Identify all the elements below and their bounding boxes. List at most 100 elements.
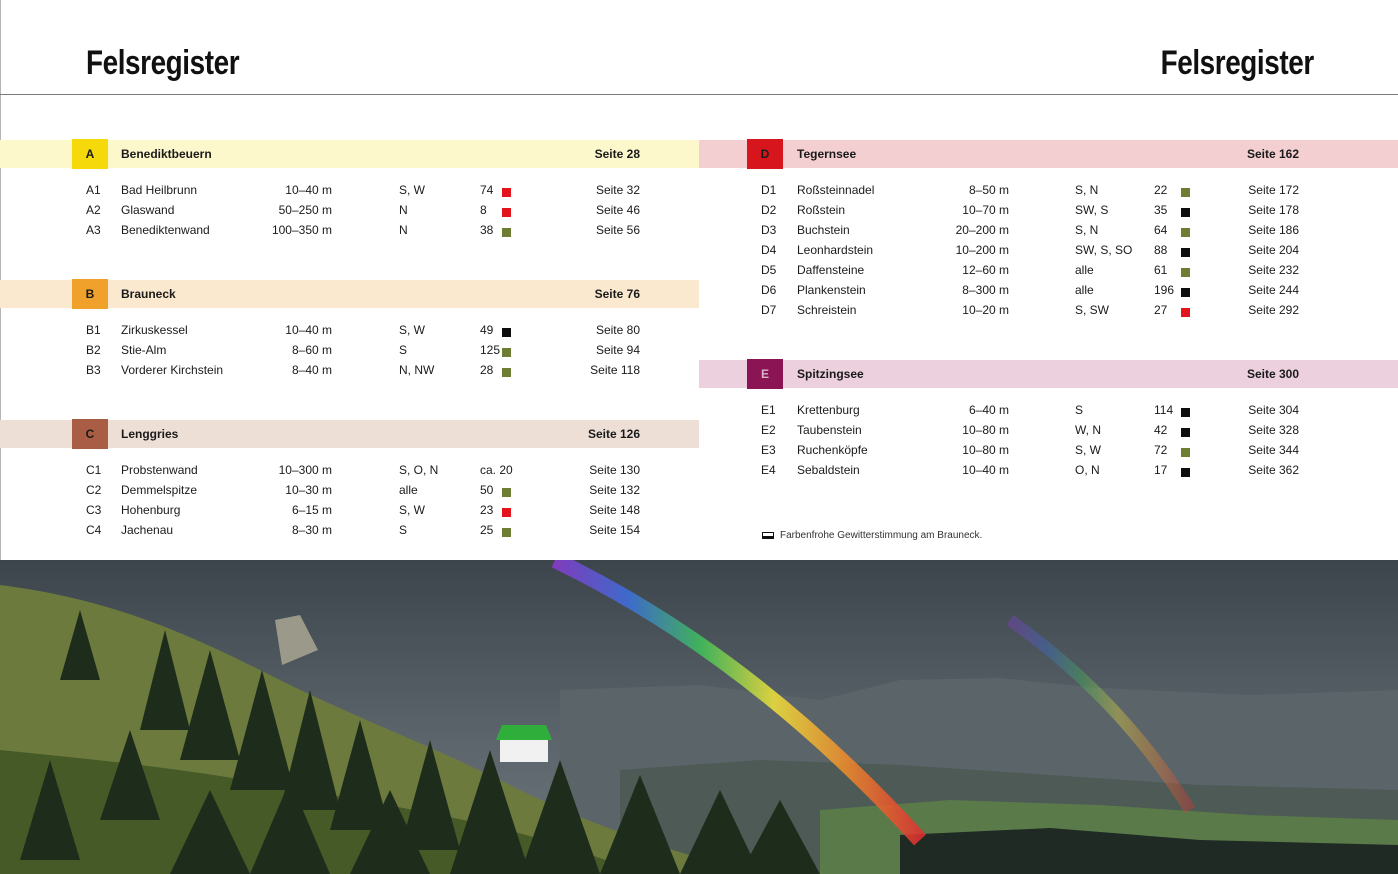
photo-caption: Farbenfrohe Gewitterstimmung am Brauneck… xyxy=(762,530,982,541)
crag-page-ref[interactable]: Seite 56 xyxy=(596,223,640,237)
crag-list: B1 Zirkuskessel 10–40 m S, W 49 Seite 80 B2 Sti… xyxy=(0,320,699,380)
crag-name: Demmelspitze xyxy=(121,483,198,497)
crag-orientation: S, N xyxy=(1075,223,1099,237)
header-divider xyxy=(0,94,1398,95)
crag-name: Leonhardstein xyxy=(797,243,874,257)
crag-page-ref[interactable]: Seite 154 xyxy=(589,523,640,537)
region-page-ref[interactable]: Seite 300 xyxy=(1247,367,1299,381)
region-header-bar: D Tegernsee Seite 162 xyxy=(699,139,1398,169)
crag-page-ref[interactable]: Seite 178 xyxy=(1248,203,1299,217)
crag-height: 20–200 m xyxy=(955,223,1009,237)
route-count: 8 xyxy=(480,203,487,217)
olive-difficulty-square-icon xyxy=(502,348,511,357)
crag-id: E1 xyxy=(761,403,776,417)
route-count: 28 xyxy=(480,363,494,377)
crag-height: 10–80 m xyxy=(962,423,1009,437)
crag-page-ref[interactable]: Seite 172 xyxy=(1248,183,1299,197)
crag-page-ref[interactable]: Seite 80 xyxy=(596,323,640,337)
crag-height: 10–200 m xyxy=(955,243,1009,257)
region-section: A Benediktbeuern Seite 28 A1 Bad Heilbrunn 10… xyxy=(0,139,699,240)
crag-page-ref[interactable]: Seite 304 xyxy=(1248,403,1299,417)
crag-orientation: SW, S, SO xyxy=(1075,243,1133,257)
crag-row: D3 Buchstein 20–200 m S, N 64 Seite 186 xyxy=(699,220,1398,240)
region-section: C Lenggries Seite 126 C1 Probstenwand 10–300 … xyxy=(0,419,699,540)
crag-name: Schreistein xyxy=(797,303,857,317)
crag-height: 8–60 m xyxy=(291,343,332,357)
crag-id: D7 xyxy=(761,303,777,317)
crag-orientation: S xyxy=(399,343,408,357)
black-difficulty-square-icon xyxy=(1181,468,1190,477)
crag-height: 6–15 m xyxy=(291,503,332,517)
crag-orientation: alle xyxy=(1075,263,1094,277)
crag-name: Buchstein xyxy=(797,223,850,237)
crag-orientation: S, N xyxy=(1075,183,1099,197)
region-section: B Brauneck Seite 76 B1 Zirkuskessel 10–40 m S,… xyxy=(0,279,699,380)
crag-page-ref[interactable]: Seite 344 xyxy=(1248,443,1299,457)
crag-row: B2 Stie-Alm 8–60 m S 125 Seite 94 xyxy=(0,340,699,360)
region-letter-badge: E xyxy=(747,359,783,389)
region-page-ref[interactable]: Seite 28 xyxy=(595,147,640,161)
route-count: 74 xyxy=(480,183,494,197)
crag-id: E3 xyxy=(761,443,776,457)
crag-list: C1 Probstenwand 10–300 m S, O, N ca. 20 Seite… xyxy=(0,460,699,540)
crag-row: B3 Vorderer Kirchstein 8–40 m N, NW 28 Seite … xyxy=(0,360,699,380)
crag-page-ref[interactable]: Seite 328 xyxy=(1248,423,1299,437)
crag-height: 8–40 m xyxy=(291,363,332,377)
crag-page-ref[interactable]: Seite 46 xyxy=(596,203,640,217)
route-count: 25 xyxy=(480,523,494,537)
crag-page-ref[interactable]: Seite 186 xyxy=(1248,223,1299,237)
region-name: Benediktbeuern xyxy=(121,147,212,161)
route-count: 114 xyxy=(1154,403,1174,417)
crag-row: C3 Hohenburg 6–15 m S, W 23 Seite 148 xyxy=(0,500,699,520)
crag-id: D1 xyxy=(761,183,777,197)
olive-difficulty-square-icon xyxy=(1181,228,1190,237)
crag-page-ref[interactable]: Seite 148 xyxy=(589,503,640,517)
region-letter-badge: C xyxy=(72,419,108,449)
crag-name: Daffensteine xyxy=(797,263,865,277)
crag-page-ref[interactable]: Seite 292 xyxy=(1248,303,1299,317)
crag-id: B3 xyxy=(86,363,101,377)
crag-height: 10–40 m xyxy=(285,323,332,337)
crag-height: 10–30 m xyxy=(285,483,332,497)
route-count: 72 xyxy=(1154,443,1168,457)
crag-height: 10–20 m xyxy=(962,303,1009,317)
landscape-photo xyxy=(0,560,1398,874)
crag-orientation: SW, S xyxy=(1075,203,1109,217)
page-title-right: Felsregister xyxy=(1160,44,1315,82)
crag-orientation: S, W xyxy=(399,323,425,337)
crag-page-ref[interactable]: Seite 232 xyxy=(1248,263,1299,277)
crag-page-ref[interactable]: Seite 132 xyxy=(589,483,640,497)
crag-name: Sebaldstein xyxy=(797,463,860,477)
crag-name: Probstenwand xyxy=(121,463,198,477)
crag-height: 10–70 m xyxy=(962,203,1009,217)
black-difficulty-square-icon xyxy=(1181,288,1190,297)
crag-id: C2 xyxy=(86,483,102,497)
region-page-ref[interactable]: Seite 126 xyxy=(588,427,640,441)
crag-page-ref[interactable]: Seite 32 xyxy=(596,183,640,197)
region-page-ref[interactable]: Seite 162 xyxy=(1247,147,1299,161)
crag-page-ref[interactable]: Seite 244 xyxy=(1248,283,1299,297)
crag-orientation: S, W xyxy=(1075,443,1101,457)
crag-orientation: S, SW xyxy=(1075,303,1110,317)
route-count: 38 xyxy=(480,223,494,237)
region-page-ref[interactable]: Seite 76 xyxy=(595,287,640,301)
route-count: 125 xyxy=(480,343,501,357)
crag-page-ref[interactable]: Seite 94 xyxy=(596,343,640,357)
crag-id: D4 xyxy=(761,243,777,257)
crag-row: C1 Probstenwand 10–300 m S, O, N ca. 20 Seite… xyxy=(0,460,699,480)
black-difficulty-square-icon xyxy=(1181,208,1190,217)
page-title-left: Felsregister xyxy=(86,44,240,82)
crag-page-ref[interactable]: Seite 130 xyxy=(589,463,640,477)
crag-name: Zirkuskessel xyxy=(121,323,188,337)
crag-id: E4 xyxy=(761,463,776,477)
crag-orientation: S xyxy=(1075,403,1084,417)
crag-list: A1 Bad Heilbrunn 10–40 m S, W 74 Seite 32 A2 Gl… xyxy=(0,180,699,240)
crag-page-ref[interactable]: Seite 204 xyxy=(1248,243,1299,257)
route-count: 50 xyxy=(480,483,494,497)
crag-row: A2 Glaswand 50–250 m N 8 Seite 46 xyxy=(0,200,699,220)
crag-page-ref[interactable]: Seite 362 xyxy=(1248,463,1299,477)
crag-row: D1 Roßsteinnadel 8–50 m S, N 22 Seite 172 xyxy=(699,180,1398,200)
crag-page-ref[interactable]: Seite 118 xyxy=(590,363,640,377)
black-difficulty-square-icon xyxy=(1181,428,1190,437)
crag-row: B1 Zirkuskessel 10–40 m S, W 49 Seite 80 xyxy=(0,320,699,340)
